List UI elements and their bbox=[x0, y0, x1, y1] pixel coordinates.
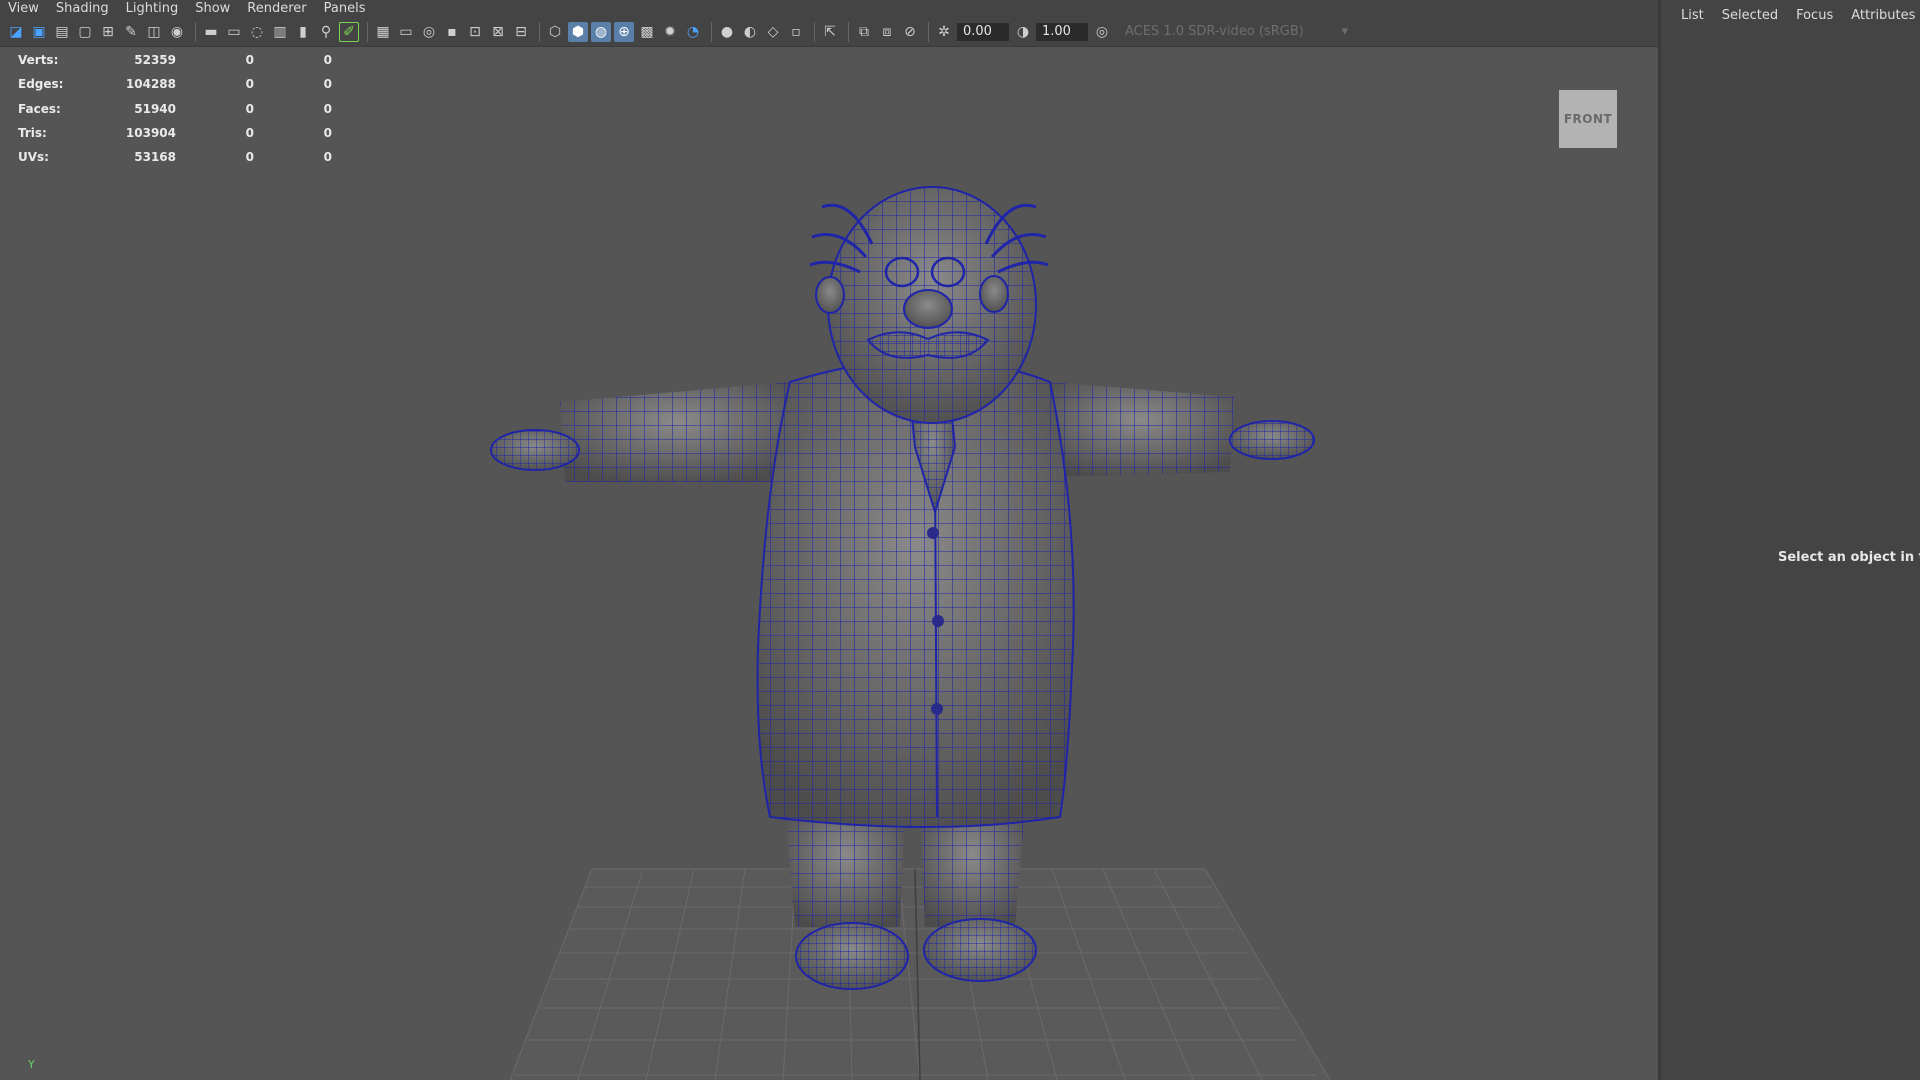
motion-blur-icon[interactable]: ◐ bbox=[740, 22, 760, 42]
toolbar-divider bbox=[814, 21, 815, 42]
chevron-down-icon: ▾ bbox=[1341, 24, 1348, 39]
resolution-gate-icon[interactable]: ▭ bbox=[224, 22, 244, 42]
toolbar-divider bbox=[367, 21, 368, 42]
toolbar-divider bbox=[195, 21, 196, 42]
gate-mask-icon[interactable]: ◌ bbox=[247, 22, 267, 42]
xray-icon[interactable]: ⧉ bbox=[854, 22, 874, 42]
view-transform-icon[interactable]: ◎ bbox=[1092, 22, 1112, 42]
hud-label: Tris: bbox=[18, 126, 47, 141]
menu-renderer[interactable]: Renderer bbox=[239, 0, 315, 17]
textured-icon[interactable]: ▩ bbox=[637, 22, 657, 42]
3d-viewport[interactable]: View Shading Lighting Show Renderer Pane… bbox=[0, 0, 1658, 1080]
hud-row-tris: Tris: 103904 0 0 bbox=[18, 121, 332, 145]
camera-attributes-icon[interactable]: ▣ bbox=[29, 22, 49, 42]
hud-value: 0 bbox=[323, 53, 332, 68]
multisample-aa-icon[interactable]: ◇ bbox=[763, 22, 783, 42]
hud-value: 103904 bbox=[125, 126, 176, 141]
poly-count-hud: Verts: 52359 0 0 Edges: 104288 0 0 Faces… bbox=[18, 48, 332, 169]
attribute-panel-tabs: List Selected Focus Attributes bbox=[1661, 0, 1920, 23]
field-chart-toggle-icon[interactable]: ⊟ bbox=[511, 22, 531, 42]
hud-value: 0 bbox=[245, 126, 254, 141]
smooth-shade-icon[interactable]: ⬢ bbox=[568, 21, 588, 42]
toolbar-divider bbox=[848, 21, 849, 42]
shadows-icon[interactable]: ◔ bbox=[683, 22, 703, 42]
tab-attributes[interactable]: Attributes bbox=[1851, 8, 1915, 23]
exposure-icon[interactable]: ✲ bbox=[934, 22, 954, 42]
field-chart-icon[interactable]: ▥ bbox=[270, 22, 290, 42]
isolate-select-icon[interactable]: ⇱ bbox=[820, 22, 840, 42]
empty-selection-hint: Select an object in the s bbox=[1778, 550, 1920, 565]
hud-value: 51940 bbox=[134, 101, 176, 116]
toolbar-divider bbox=[928, 21, 929, 42]
select-camera-icon[interactable]: ◪ bbox=[6, 22, 26, 42]
safe-action-toggle-icon[interactable]: ⊠ bbox=[488, 22, 508, 42]
image-plane-icon[interactable]: ▢ bbox=[75, 22, 95, 42]
film-gate-icon[interactable]: ▬ bbox=[201, 22, 221, 42]
grease-pencil-icon[interactable]: ✎ bbox=[121, 22, 141, 42]
toolbar-divider bbox=[539, 21, 540, 42]
bookmarks-icon[interactable]: ▤ bbox=[52, 22, 72, 42]
axis-indicator-y: Y bbox=[28, 1058, 35, 1071]
hud-label: Edges: bbox=[18, 77, 64, 92]
menu-show[interactable]: Show bbox=[187, 0, 239, 17]
hud-value: 0 bbox=[245, 101, 254, 116]
safe-action-icon[interactable]: ⚲ bbox=[316, 22, 336, 42]
hud-value: 0 bbox=[323, 77, 332, 92]
grid-toggle-icon[interactable]: ▦ bbox=[373, 22, 393, 42]
hud-value: 0 bbox=[323, 126, 332, 141]
snapshot-icon[interactable]: ◫ bbox=[144, 22, 164, 42]
xray-joints-icon[interactable]: ⊘ bbox=[900, 22, 920, 42]
ground-grid bbox=[509, 868, 1331, 1080]
wireframe-on-shaded-icon[interactable]: ⊕ bbox=[614, 21, 634, 42]
hud-label: Faces: bbox=[18, 101, 61, 116]
viewport-menubar: View Shading Lighting Show Renderer Pane… bbox=[0, 0, 1658, 17]
hud-row-faces: Faces: 51940 0 0 bbox=[18, 97, 332, 121]
hud-value: 104288 bbox=[125, 77, 176, 92]
color-space-dropdown[interactable]: ACES 1.0 SDR-video (sRGB) ▾ bbox=[1119, 22, 1354, 42]
lights-icon[interactable]: ✹ bbox=[660, 22, 680, 42]
hud-value: 0 bbox=[245, 53, 254, 68]
tab-selected[interactable]: Selected bbox=[1722, 8, 1778, 23]
hud-label: Verts: bbox=[18, 53, 59, 68]
hud-value: 0 bbox=[245, 77, 254, 92]
default-material-icon[interactable]: ◍ bbox=[591, 21, 611, 42]
hud-value: 0 bbox=[245, 150, 254, 165]
wireframe-icon[interactable]: ⬡ bbox=[545, 22, 565, 42]
film-gate-toggle-icon[interactable]: ▭ bbox=[396, 22, 416, 42]
attribute-panel: List Selected Focus Attributes Select an… bbox=[1658, 0, 1920, 1080]
hud-value: 0 bbox=[323, 150, 332, 165]
hud-value: 0 bbox=[323, 101, 332, 116]
hud-row-edges: Edges: 104288 0 0 bbox=[18, 72, 332, 96]
exposure-field[interactable]: 0.00 bbox=[957, 22, 1009, 41]
tab-focus[interactable]: Focus bbox=[1796, 8, 1833, 23]
gamma-field[interactable]: 1.00 bbox=[1036, 22, 1088, 41]
pen-active-icon[interactable]: ✐ bbox=[339, 21, 359, 42]
screen-space-ao-icon[interactable]: ● bbox=[717, 22, 737, 42]
gate-mask-toggle-icon[interactable]: ▪ bbox=[442, 22, 462, 42]
menu-view[interactable]: View bbox=[0, 0, 48, 17]
viewport-toolbar: ◪ ▣ ▤ ▢ ⊞ ✎ ◫ ◉ ▬ ▭ ◌ ▥ ▮ ⚲ ✐ ▦ ▭ ◎ ▪ ⊡ … bbox=[0, 17, 1658, 47]
scene-canvas[interactable] bbox=[0, 47, 1658, 1080]
camera-icon[interactable]: ◉ bbox=[167, 22, 187, 42]
bookmark-icon[interactable]: ▮ bbox=[293, 22, 313, 42]
menu-lighting[interactable]: Lighting bbox=[118, 0, 188, 17]
hud-row-uvs: UVs: 53168 0 0 bbox=[18, 145, 332, 169]
tab-list[interactable]: List bbox=[1681, 8, 1704, 23]
hud-row-verts: Verts: 52359 0 0 bbox=[18, 48, 332, 72]
color-space-label: ACES 1.0 SDR-video (sRGB) bbox=[1125, 24, 1304, 39]
hud-label: UVs: bbox=[18, 150, 49, 165]
xray-active-icon[interactable]: ⧈ bbox=[877, 22, 897, 42]
resolution-toggle-icon[interactable]: ◎ bbox=[419, 22, 439, 42]
hud-value: 53168 bbox=[134, 150, 176, 165]
2d-pan-icon[interactable]: ⊞ bbox=[98, 22, 118, 42]
menu-shading[interactable]: Shading bbox=[48, 0, 118, 17]
gamma-icon[interactable]: ◑ bbox=[1013, 22, 1033, 42]
depth-of-field-icon[interactable]: ▫ bbox=[786, 22, 806, 42]
menu-panels[interactable]: Panels bbox=[316, 0, 375, 17]
viewcube-front[interactable]: FRONT bbox=[1559, 90, 1617, 148]
safe-title-icon[interactable]: ⊡ bbox=[465, 22, 485, 42]
hud-value: 52359 bbox=[134, 53, 176, 68]
toolbar-divider bbox=[711, 21, 712, 42]
